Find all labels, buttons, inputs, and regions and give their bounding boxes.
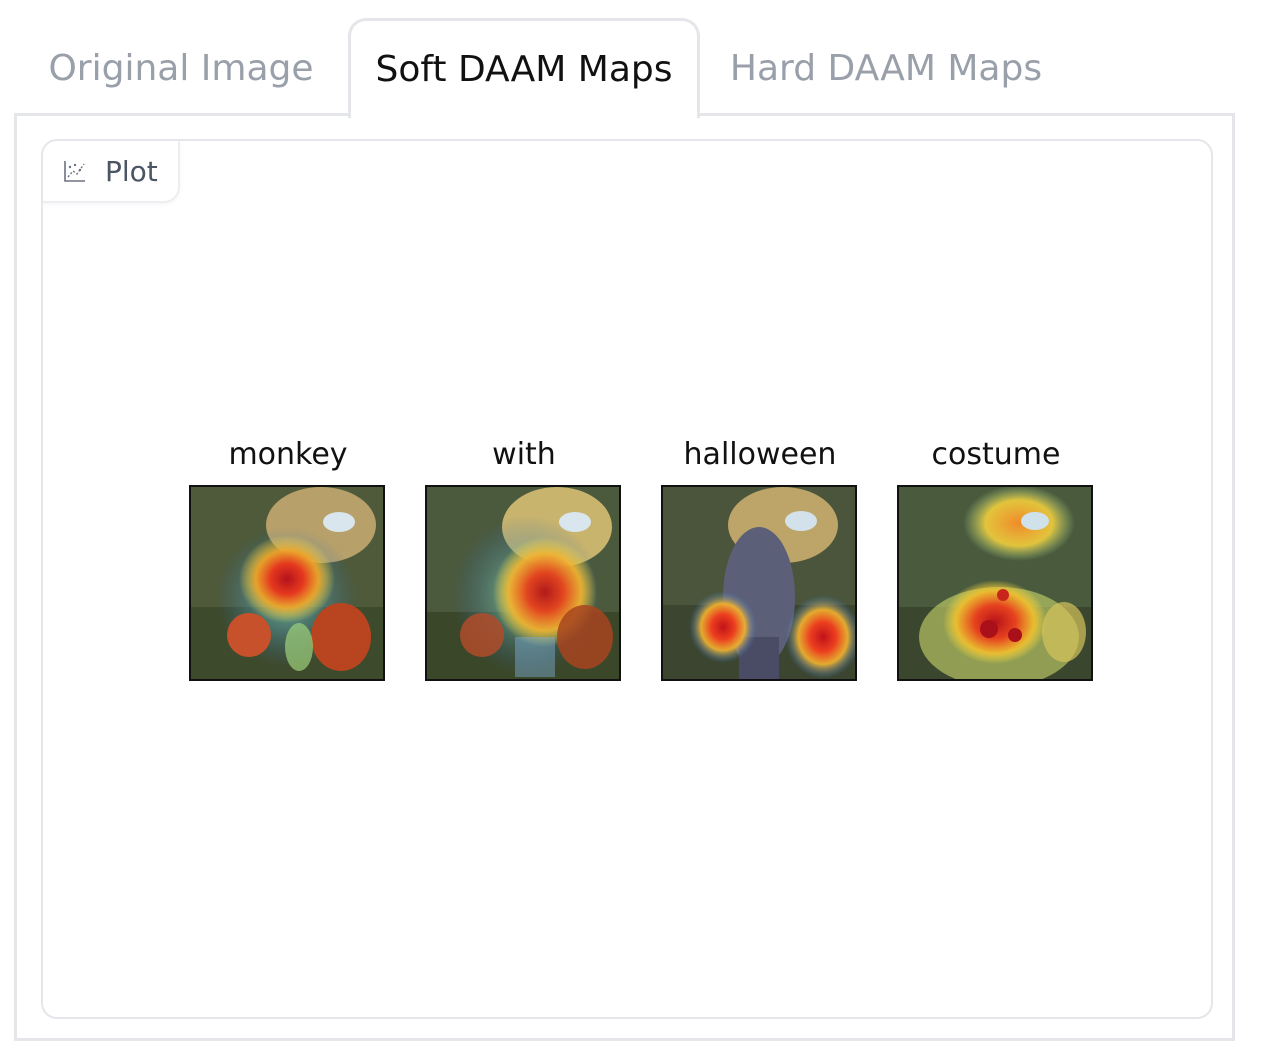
tab-hard-daam-maps[interactable]: Hard DAAM Maps [706, 18, 1066, 116]
panel-title-monkey: monkey [228, 437, 348, 472]
panel-title-costume: costume [931, 437, 1061, 472]
heatmap-halloween [661, 485, 857, 681]
heatmap-monkey [189, 485, 385, 681]
app-root: Original Image Soft DAAM Maps Hard DAAM … [0, 0, 1276, 1064]
tab-panel: Plot monkey with halloween costume [14, 113, 1235, 1041]
plot-block: Plot monkey with halloween costume [41, 139, 1213, 1019]
tab-bar: Original Image Soft DAAM Maps Hard DAAM … [16, 18, 1232, 118]
tab-soft-daam-maps[interactable]: Soft DAAM Maps [348, 18, 700, 118]
daam-figure: monkey with halloween costume [43, 141, 1211, 1017]
tab-original-image[interactable]: Original Image [16, 18, 346, 116]
panel-title-halloween: halloween [683, 437, 837, 472]
heatmap-costume [897, 485, 1093, 681]
heatmap-with [425, 485, 621, 681]
panel-title-with: with [492, 437, 556, 472]
